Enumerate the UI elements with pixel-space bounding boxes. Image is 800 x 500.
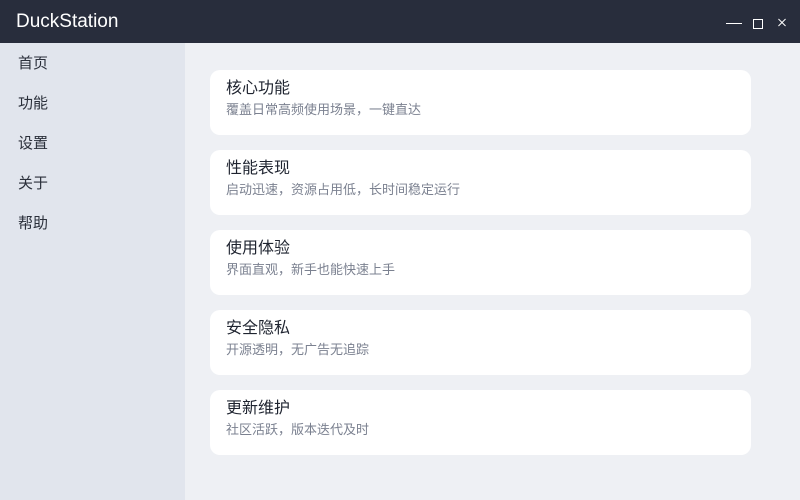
minimize-icon[interactable] bbox=[726, 14, 742, 30]
card-title: 性能表现 bbox=[226, 158, 291, 177]
card-description: 界面直观，新手也能快速上手 bbox=[226, 263, 396, 278]
card-title: 核心功能 bbox=[226, 78, 291, 97]
sidebar-item-settings[interactable]: 设置 bbox=[0, 123, 185, 163]
close-icon[interactable] bbox=[774, 14, 790, 30]
window-controls bbox=[726, 13, 790, 31]
feature-card-performance[interactable]: 性能表现 启动迅速，资源占用低，长时间稳定运行 bbox=[210, 150, 751, 215]
card-description: 启动迅速，资源占用低，长时间稳定运行 bbox=[226, 183, 461, 198]
feature-card-core[interactable]: 核心功能 覆盖日常高频使用场景，一键直达 bbox=[210, 70, 751, 135]
card-description: 社区活跃，版本迭代及时 bbox=[226, 423, 370, 438]
title-bar[interactable]: DuckStation bbox=[0, 0, 800, 43]
card-description: 开源透明，无广告无追踪 bbox=[226, 343, 370, 358]
card-title: 安全隐私 bbox=[226, 318, 291, 337]
card-description: 覆盖日常高频使用场景，一键直达 bbox=[226, 103, 422, 118]
card-title: 更新维护 bbox=[226, 398, 291, 417]
sidebar-item-features[interactable]: 功能 bbox=[0, 83, 185, 123]
maximize-icon[interactable] bbox=[750, 14, 766, 30]
sidebar: 首页 功能 设置 关于 帮助 bbox=[0, 43, 185, 500]
feature-card-experience[interactable]: 使用体验 界面直观，新手也能快速上手 bbox=[210, 230, 751, 295]
app-title: DuckStation bbox=[16, 11, 119, 32]
sidebar-item-home[interactable]: 首页 bbox=[0, 43, 185, 83]
app-window: DuckStation 首页 功能 设置 关于 帮助 核心功能 覆盖日常高频使用… bbox=[0, 0, 800, 500]
sidebar-item-help[interactable]: 帮助 bbox=[0, 203, 185, 243]
sidebar-item-about[interactable]: 关于 bbox=[0, 163, 185, 203]
feature-card-privacy[interactable]: 安全隐私 开源透明，无广告无追踪 bbox=[210, 310, 751, 375]
card-title: 使用体验 bbox=[226, 238, 291, 257]
main-content: 核心功能 覆盖日常高频使用场景，一键直达 性能表现 启动迅速，资源占用低，长时间… bbox=[185, 43, 800, 500]
feature-card-updates[interactable]: 更新维护 社区活跃，版本迭代及时 bbox=[210, 390, 751, 455]
